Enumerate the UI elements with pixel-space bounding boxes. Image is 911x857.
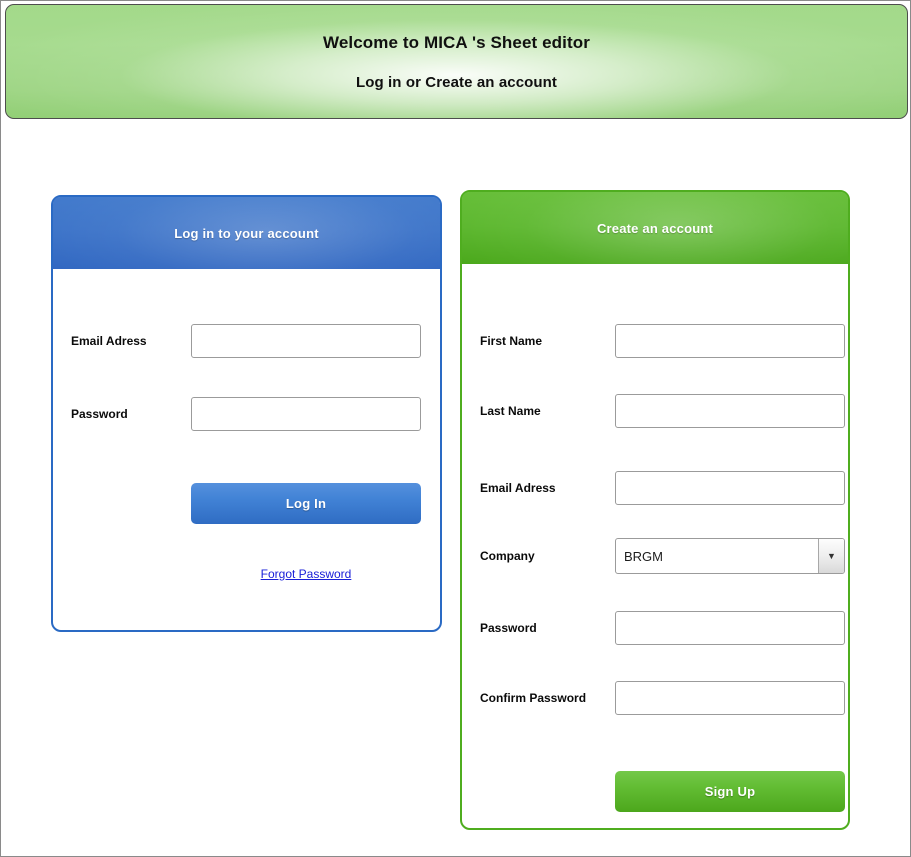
signup-email-input[interactable] — [615, 471, 845, 505]
login-email-input[interactable] — [191, 324, 421, 358]
signup-email-row: Email Adress — [462, 471, 848, 505]
signup-last-name-input[interactable] — [615, 394, 845, 428]
signup-first-name-input[interactable] — [615, 324, 845, 358]
forgot-password-link[interactable]: Forgot Password — [261, 567, 352, 581]
log-in-button[interactable]: Log In — [191, 482, 421, 524]
signup-panel-header: Create an account — [462, 192, 848, 264]
signup-email-label: Email Adress — [480, 481, 556, 495]
login-panel-body: Email Adress Password Log In Forgot Pass… — [53, 269, 440, 630]
forgot-password-wrap: Forgot Password — [191, 565, 421, 583]
signup-confirm-password-label: Confirm Password — [480, 691, 587, 705]
signup-password-label: Password — [480, 621, 537, 635]
forgot-password-row: Forgot Password — [53, 557, 440, 591]
signup-panel: Create an account First Name Last Name E… — [460, 190, 850, 830]
login-panel: Log in to your account Email Adress Pass… — [51, 195, 442, 632]
login-page: Welcome to MICA 's Sheet editor Log in o… — [0, 0, 911, 857]
welcome-banner: Welcome to MICA 's Sheet editor Log in o… — [5, 4, 908, 119]
signup-company-select[interactable]: BRGM ▼ — [615, 538, 845, 574]
sign-up-button[interactable]: Sign Up — [615, 771, 845, 812]
signup-panel-body: First Name Last Name Email Adress Compan… — [462, 264, 848, 828]
login-password-input[interactable] — [191, 397, 421, 431]
login-password-row: Password — [53, 397, 440, 431]
signup-first-name-label: First Name — [480, 334, 543, 348]
signup-first-name-row: First Name — [462, 324, 848, 358]
chevron-down-icon[interactable]: ▼ — [818, 539, 844, 573]
login-button-row: Log In — [53, 482, 440, 524]
login-panel-heading: Log in to your account — [174, 225, 319, 241]
signup-confirm-password-row: Confirm Password — [462, 681, 848, 715]
signup-last-name-row: Last Name — [462, 394, 848, 428]
signup-password-row: Password — [462, 611, 848, 645]
signup-confirm-password-input[interactable] — [615, 681, 845, 715]
signup-company-selected-value: BRGM — [624, 548, 663, 564]
chevron-down-glyph: ▼ — [827, 550, 836, 561]
page-subtitle: Log in or Create an account — [355, 73, 558, 91]
login-password-label: Password — [71, 407, 128, 421]
login-email-label: Email Adress — [71, 334, 147, 348]
signup-last-name-label: Last Name — [480, 404, 541, 418]
login-email-row: Email Adress — [53, 324, 440, 358]
signup-company-label: Company — [480, 549, 535, 563]
signup-company-row: Company BRGM ▼ — [462, 538, 848, 574]
signup-button-row: Sign Up — [462, 771, 848, 812]
signup-panel-heading: Create an account — [596, 220, 714, 236]
page-title: Welcome to MICA 's Sheet editor — [323, 32, 590, 52]
login-panel-header: Log in to your account — [53, 197, 440, 269]
signup-password-input[interactable] — [615, 611, 845, 645]
